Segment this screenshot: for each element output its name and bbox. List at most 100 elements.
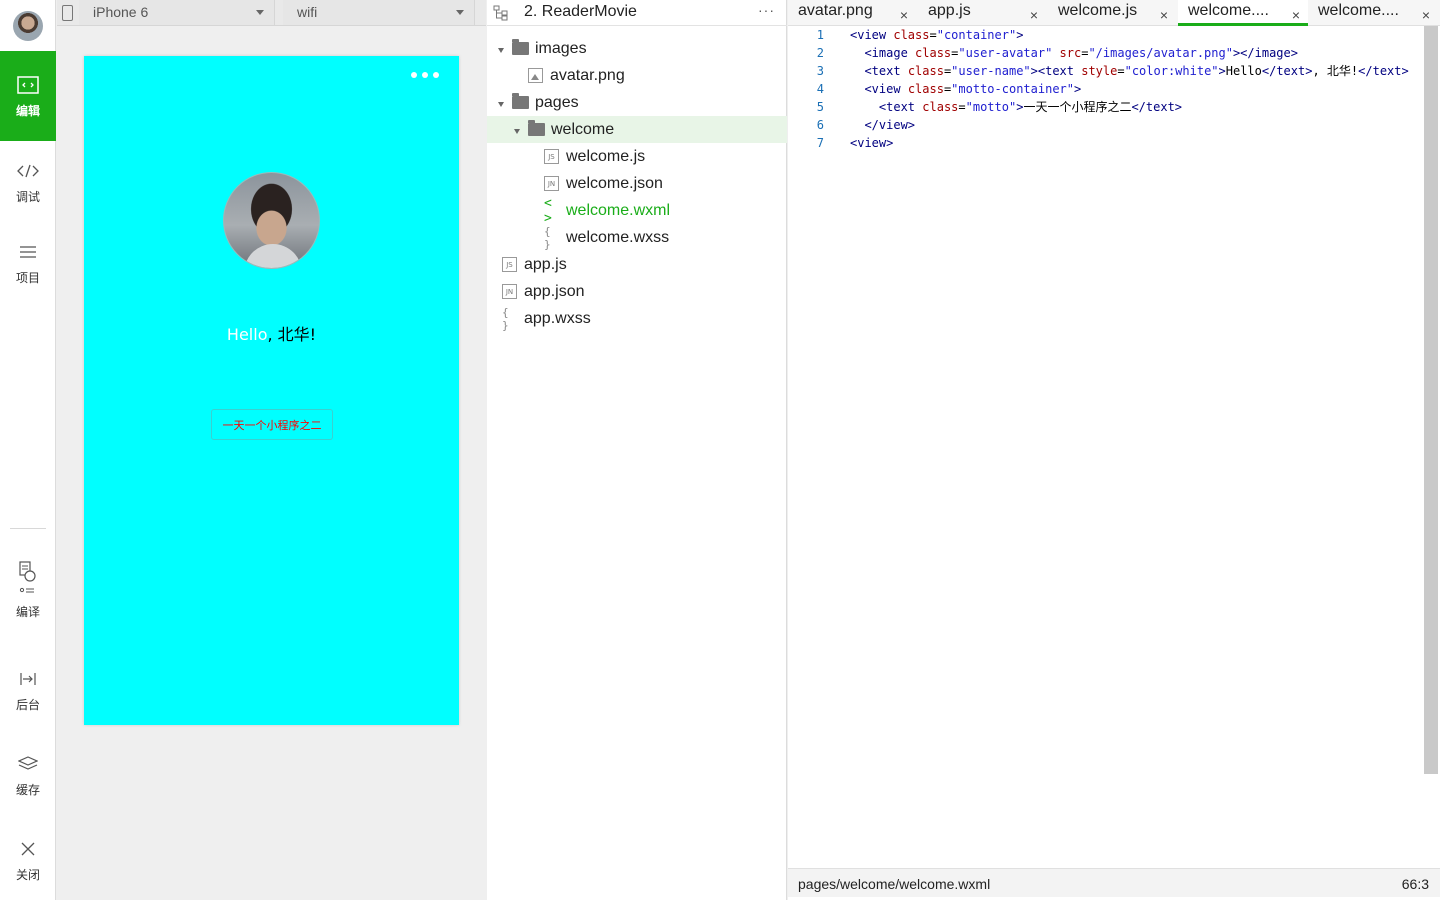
tree-file-welcome-js[interactable]: JS welcome.js [487,143,787,170]
chevron-down-icon [498,47,504,53]
tree-item-label: app.wxss [524,309,591,327]
tree-file-app-js[interactable]: JS app.js [487,251,787,278]
tab-avatar-png[interactable]: avatar.png × [788,0,916,26]
image-file-icon [528,68,543,83]
tree-structure-icon[interactable] [493,5,509,21]
activity-background-label: 后台 [15,697,40,712]
code-line-6: </view> [864,118,916,132]
line-number-gutter: 1 2 3 4 5 6 7 [788,27,844,153]
tree-item-label: app.json [524,282,585,300]
tab-label: app.js [928,2,971,19]
tab-app-js[interactable]: app.js × [918,0,1046,26]
project-title: 2. ReaderMovie [524,3,637,20]
activity-cache-button[interactable]: 缓存 [0,733,56,817]
tab-welcome-wxml[interactable]: welcome.... × [1178,0,1308,26]
activity-bar: 编辑 调试 项目 编译 后台 缓存 关闭 [0,0,56,900]
motto-text: 一天一个小程序之二 [222,418,322,432]
editor-scrollbar[interactable] [1424,26,1438,774]
chevron-down-icon [514,128,520,134]
editor-tabs: avatar.png × app.js × welcome.js × welco… [788,0,1440,26]
tree-item-label: welcome.wxss [566,228,670,246]
folder-icon [512,39,529,55]
code-line-2: <image class="user-avatar" src="/images/… [864,46,1298,60]
line-number: 4 [816,82,824,96]
network-select-value: wifi [297,4,318,20]
tree-file-welcome-json[interactable]: JN welcome.json [487,170,787,197]
user-name-rest: , 北华! [267,325,317,344]
activity-compile-button[interactable]: 编译 [0,550,56,630]
file-tree-panel: 2. ReaderMovie ··· images avatar.png pag… [487,0,787,900]
chevron-down-icon [256,10,264,15]
status-bar: pages/welcome/welcome.wxml 66:3 [788,868,1440,897]
file-tree-header: 2. ReaderMovie ··· [487,0,787,26]
status-cursor-position: 66:3 [1401,876,1429,892]
tree-file-app-wxss[interactable]: { } app.wxss [487,305,787,332]
tree-item-label: welcome.json [566,174,663,192]
activity-separator [10,528,46,529]
tree-file-avatar-png[interactable]: avatar.png [487,62,787,89]
code-line-7: <view> [850,136,894,150]
activity-close-button[interactable]: 关闭 [0,820,56,900]
user-name: Hello, 北华! [84,321,459,345]
tree-folder-welcome[interactable]: welcome [487,116,787,143]
more-menu-icon[interactable] [411,72,439,78]
tree-item-label: welcome.wxml [566,201,671,219]
close-icon[interactable]: × [1160,4,1168,26]
chevron-down-icon [498,101,504,107]
status-file-path: pages/welcome/welcome.wxml [798,876,991,892]
tree-file-app-json[interactable]: JN app.json [487,278,787,305]
activity-edit-button[interactable]: 编辑 [0,51,56,141]
folder-icon [512,93,529,109]
wxml-file-icon: < > [544,195,552,226]
tab-welcome-js[interactable]: welcome.js × [1048,0,1176,26]
user-avatar-icon[interactable] [13,11,43,41]
tree-folder-pages[interactable]: pages [487,89,787,116]
line-number: 5 [816,100,824,114]
wxss-file-icon: { } [544,224,551,251]
user-name-hello: Hello [226,325,268,344]
wxss-file-icon: { } [502,305,509,332]
json-file-icon: JN [544,176,559,191]
motto-container[interactable]: 一天一个小程序之二 [211,409,333,440]
tree-item-label: images [535,39,587,57]
tree-file-welcome-wxml[interactable]: < > welcome.wxml [487,195,787,226]
tree-item-label: app.js [524,255,567,273]
phone-icon[interactable] [62,5,73,21]
device-select[interactable]: iPhone 6 [79,0,275,25]
json-file-icon: JN [502,284,517,299]
code-line-1: <view class="container"> [850,28,1024,42]
simulator-panel: iPhone 6 wifi Hello, 北华! 一天一个小程序之二 [57,0,486,900]
device-select-value: iPhone 6 [93,4,149,20]
close-icon [17,838,39,860]
line-number: 1 [816,28,824,42]
js-file-icon: JS [544,149,559,164]
tab-label: welcome.js [1058,2,1138,19]
activity-debug-button[interactable]: 调试 [0,137,56,227]
close-icon[interactable]: × [1422,4,1430,26]
tree-file-welcome-wxss[interactable]: { } welcome.wxss [487,224,787,251]
folder-icon [528,120,545,136]
close-icon[interactable]: × [900,4,908,26]
code-editor: avatar.png × app.js × welcome.js × welco… [788,0,1440,900]
line-number: 7 [816,136,824,150]
tree-item-label: welcome.js [566,147,646,165]
tab-label: welcome.... [1318,2,1399,19]
close-icon[interactable]: × [1030,4,1038,26]
compile-icon [17,560,39,597]
simulator-toolbar: iPhone 6 wifi [57,0,486,26]
code-area[interactable]: <view class="container"> <image class="u… [850,27,1420,153]
code-line-3: <text class="user-name"><text style="col… [864,64,1409,78]
line-number: 2 [816,46,824,60]
layers-icon [17,753,39,775]
code-brackets-icon [17,160,39,182]
close-icon[interactable]: × [1292,4,1300,26]
more-options-icon[interactable]: ··· [758,2,775,18]
js-file-icon: JS [502,257,517,272]
tab-welcome-wxss[interactable]: welcome.... × [1308,0,1438,26]
activity-background-button[interactable]: 后台 [0,650,56,730]
activity-close-label: 关闭 [15,867,40,882]
activity-project-button[interactable]: 项目 [0,218,56,308]
chevron-down-icon [456,10,464,15]
tree-folder-images[interactable]: images [487,35,787,62]
network-select[interactable]: wifi [283,0,475,25]
